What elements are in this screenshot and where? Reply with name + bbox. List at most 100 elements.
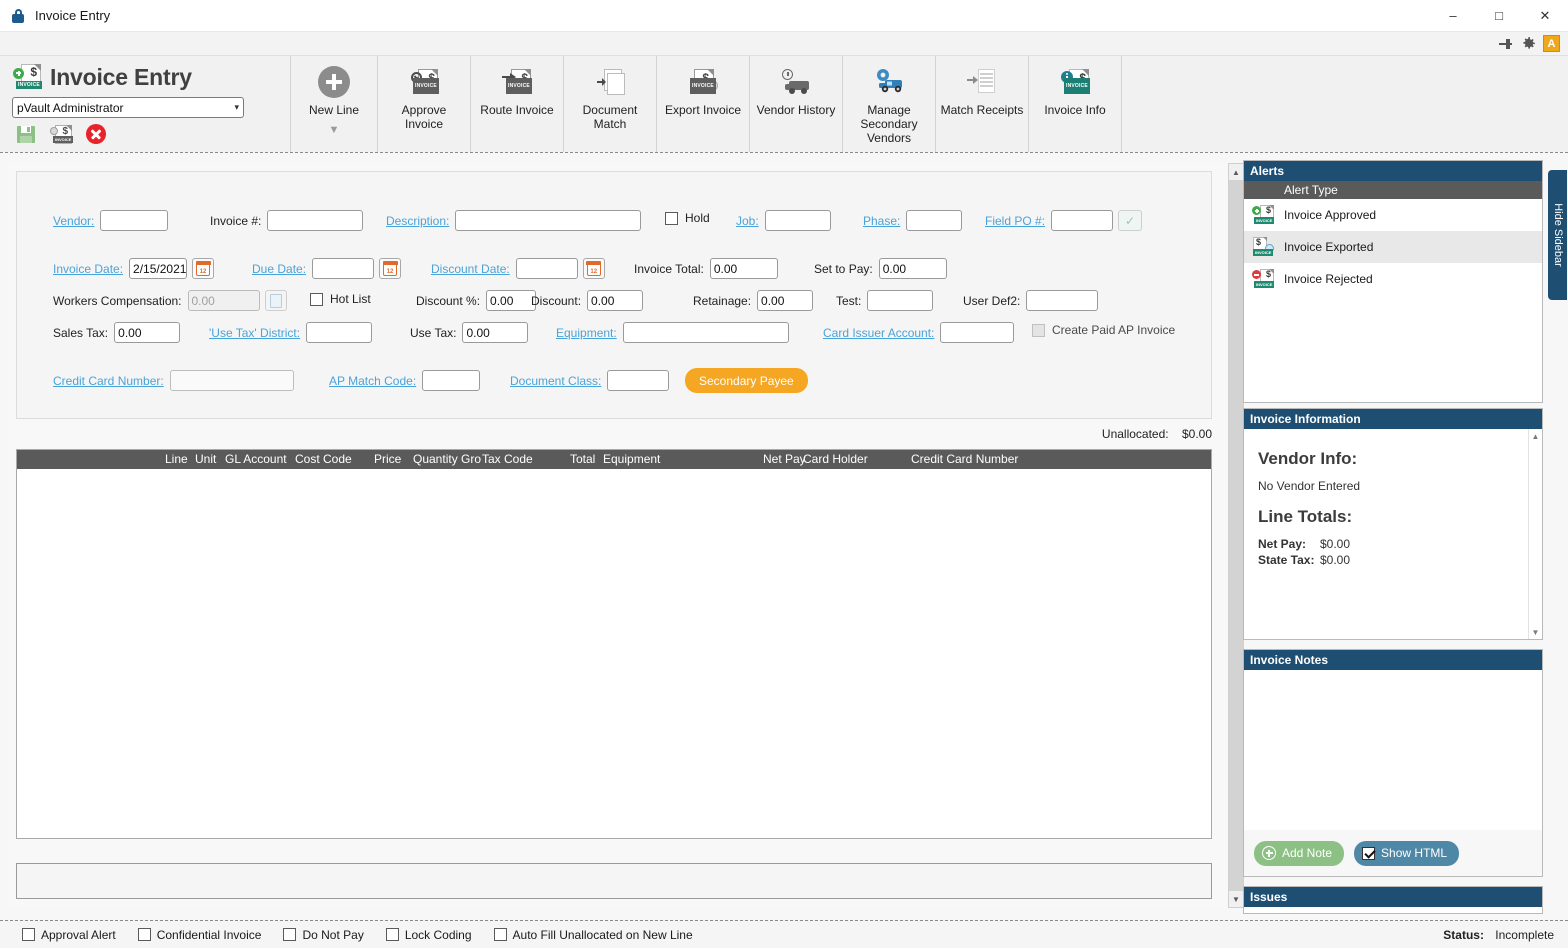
discount-date-input[interactable] (515, 258, 578, 279)
hot-list-checkbox[interactable] (310, 292, 323, 306)
alert-row[interactable]: $ INVOICE Invoice Rejected (1244, 263, 1542, 295)
job-input[interactable] (764, 210, 831, 231)
grid-col-credit-card-number[interactable]: Credit Card Number (911, 452, 1018, 466)
field-po-lookup-button[interactable]: ✓ (1118, 210, 1143, 231)
create-paid-ap-invoice-checkbox[interactable] (1032, 323, 1045, 337)
scroll-up-arrow-icon[interactable]: ▲ (1529, 429, 1542, 443)
credit-card-number-label[interactable]: Credit Card Number: (53, 374, 164, 388)
invoice-information-scrollbar[interactable]: ▲ ▼ (1528, 429, 1542, 639)
new-line-button[interactable]: New Line ▼ (290, 56, 378, 152)
grid-col-tax-code[interactable]: Tax Code (482, 452, 533, 466)
close-button[interactable]: ✕ (1522, 0, 1568, 32)
due-date-label[interactable]: Due Date: (252, 262, 306, 276)
show-html-toggle[interactable]: Show HTML (1354, 840, 1460, 866)
use-tax-district-input[interactable] (306, 322, 373, 343)
card-issuer-account-input[interactable] (940, 322, 1015, 343)
invoice-date-calendar-icon[interactable]: 12 (192, 258, 215, 279)
invoice-date-input[interactable]: 2/15/2021 (129, 258, 188, 279)
discount-input[interactable]: 0.00 (587, 290, 644, 311)
lock-coding-checkbox-group[interactable]: Lock Coding (385, 928, 472, 942)
route-invoice-button[interactable]: $INVOICE Route Invoice (471, 56, 564, 152)
grid-body[interactable] (17, 469, 1211, 838)
add-note-button[interactable]: Add Note (1254, 840, 1345, 866)
grid-col-equipment[interactable]: Equipment (603, 452, 660, 466)
workers-compensation-calculator-icon[interactable] (264, 290, 287, 311)
vendor-label[interactable]: Vendor: (53, 214, 94, 228)
discount-date-calendar-icon[interactable]: 12 (582, 258, 605, 279)
description-input[interactable] (455, 210, 642, 231)
use-tax-district-label[interactable]: 'Use Tax' District: (209, 326, 300, 340)
credit-card-number-input[interactable] (169, 370, 294, 391)
field-po-input[interactable] (1051, 210, 1114, 231)
phase-label[interactable]: Phase: (863, 214, 900, 228)
phase-input[interactable] (906, 210, 963, 231)
grid-col-gl-account[interactable]: GL Account (225, 452, 287, 466)
bottom-detail-box[interactable] (16, 863, 1212, 899)
export-invoice-icon[interactable]: $ INVOICE (50, 124, 74, 144)
confidential-invoice-checkbox-group[interactable]: Confidential Invoice (137, 928, 261, 942)
grid-col-total[interactable]: Total (570, 452, 595, 466)
scroll-down-arrow-icon[interactable]: ▼ (1229, 891, 1243, 907)
confidential-invoice-checkbox[interactable] (137, 928, 151, 941)
description-label[interactable]: Description: (386, 214, 449, 228)
set-to-pay-input[interactable]: 0.00 (878, 258, 947, 279)
document-class-input[interactable] (607, 370, 670, 391)
grid-col-net-pay[interactable]: Net Pay (763, 452, 806, 466)
save-icon[interactable] (16, 125, 36, 144)
approval-alert-checkbox[interactable] (22, 928, 35, 941)
grid-col-cost-code[interactable]: Cost Code (295, 452, 352, 466)
hold-checkbox[interactable] (665, 211, 678, 225)
invoice-notes-body[interactable] (1244, 670, 1542, 830)
ap-match-code-label[interactable]: AP Match Code: (329, 374, 416, 388)
chevron-down-icon[interactable]: ▼ (329, 123, 340, 137)
auto-fill-unallocated-checkbox-group[interactable]: Auto Fill Unallocated on New Line (493, 928, 693, 942)
invoice-date-label[interactable]: Invoice Date: (53, 262, 123, 276)
do-not-pay-checkbox[interactable] (283, 928, 297, 941)
scroll-down-arrow-icon[interactable]: ▼ (1529, 625, 1542, 639)
equipment-input[interactable] (622, 322, 789, 343)
approve-invoice-button[interactable]: $INVOICE Approve Invoice (378, 56, 471, 152)
secondary-payee-button[interactable]: Secondary Payee (685, 368, 808, 393)
hide-sidebar-tab[interactable]: Hide Sidebar (1548, 170, 1567, 300)
card-issuer-account-label[interactable]: Card Issuer Account: (823, 326, 934, 340)
manage-secondary-vendors-button[interactable]: Manage Secondary Vendors (843, 56, 936, 152)
user-def2-input[interactable] (1026, 290, 1099, 311)
document-class-label[interactable]: Document Class: (510, 374, 601, 388)
invoice-total-input[interactable]: 0.00 (709, 258, 778, 279)
grid-col-card-holder[interactable]: Card Holder (803, 452, 868, 466)
use-tax-input[interactable]: 0.00 (462, 322, 529, 343)
annotation-badge[interactable]: A (1543, 35, 1560, 52)
show-html-checkbox[interactable] (1362, 846, 1376, 860)
auto-fill-unallocated-checkbox[interactable] (493, 928, 507, 941)
ap-match-code-input[interactable] (422, 370, 481, 391)
main-scrollbar[interactable]: ▲ ▼ (1228, 163, 1244, 908)
invoice-number-input[interactable] (267, 210, 364, 231)
grid-col-quantity[interactable]: Quantity (413, 452, 458, 466)
invoice-info-button[interactable]: $ INVOICE Invoice Info (1029, 56, 1122, 152)
discount-date-label[interactable]: Discount Date: (431, 262, 510, 276)
user-select[interactable]: pVault Administrator ▾ (12, 97, 244, 118)
alert-row[interactable]: $ INVOICE Invoice Exported (1244, 231, 1542, 263)
cancel-icon[interactable] (86, 124, 106, 144)
equipment-label[interactable]: Equipment: (556, 326, 617, 340)
discount-percent-input[interactable]: 0.00 (486, 290, 537, 311)
scroll-up-arrow-icon[interactable]: ▲ (1229, 164, 1243, 180)
approval-alert-checkbox-group[interactable]: Approval Alert (22, 928, 116, 942)
pin-icon[interactable] (1498, 36, 1514, 52)
alerts-column-header[interactable]: Alert Type (1244, 181, 1542, 199)
vendor-history-button[interactable]: Vendor History (750, 56, 843, 152)
match-receipts-button[interactable]: Match Receipts (936, 56, 1029, 152)
scroll-track[interactable] (1229, 180, 1243, 891)
export-invoice-button[interactable]: $INVOICE Export Invoice (657, 56, 750, 152)
grid-col-price[interactable]: Price (374, 452, 401, 466)
gear-icon[interactable] (1520, 35, 1537, 52)
grid-col-line[interactable]: Line (165, 452, 188, 466)
document-match-button[interactable]: Document Match (564, 56, 657, 152)
due-date-calendar-icon[interactable]: 12 (379, 258, 402, 279)
job-label[interactable]: Job: (736, 214, 759, 228)
minimize-button[interactable]: – (1430, 0, 1476, 32)
lock-coding-checkbox[interactable] (385, 928, 399, 941)
do-not-pay-checkbox-group[interactable]: Do Not Pay (283, 928, 364, 942)
grid-col-unit[interactable]: Unit (195, 452, 216, 466)
sales-tax-input[interactable]: 0.00 (114, 322, 181, 343)
